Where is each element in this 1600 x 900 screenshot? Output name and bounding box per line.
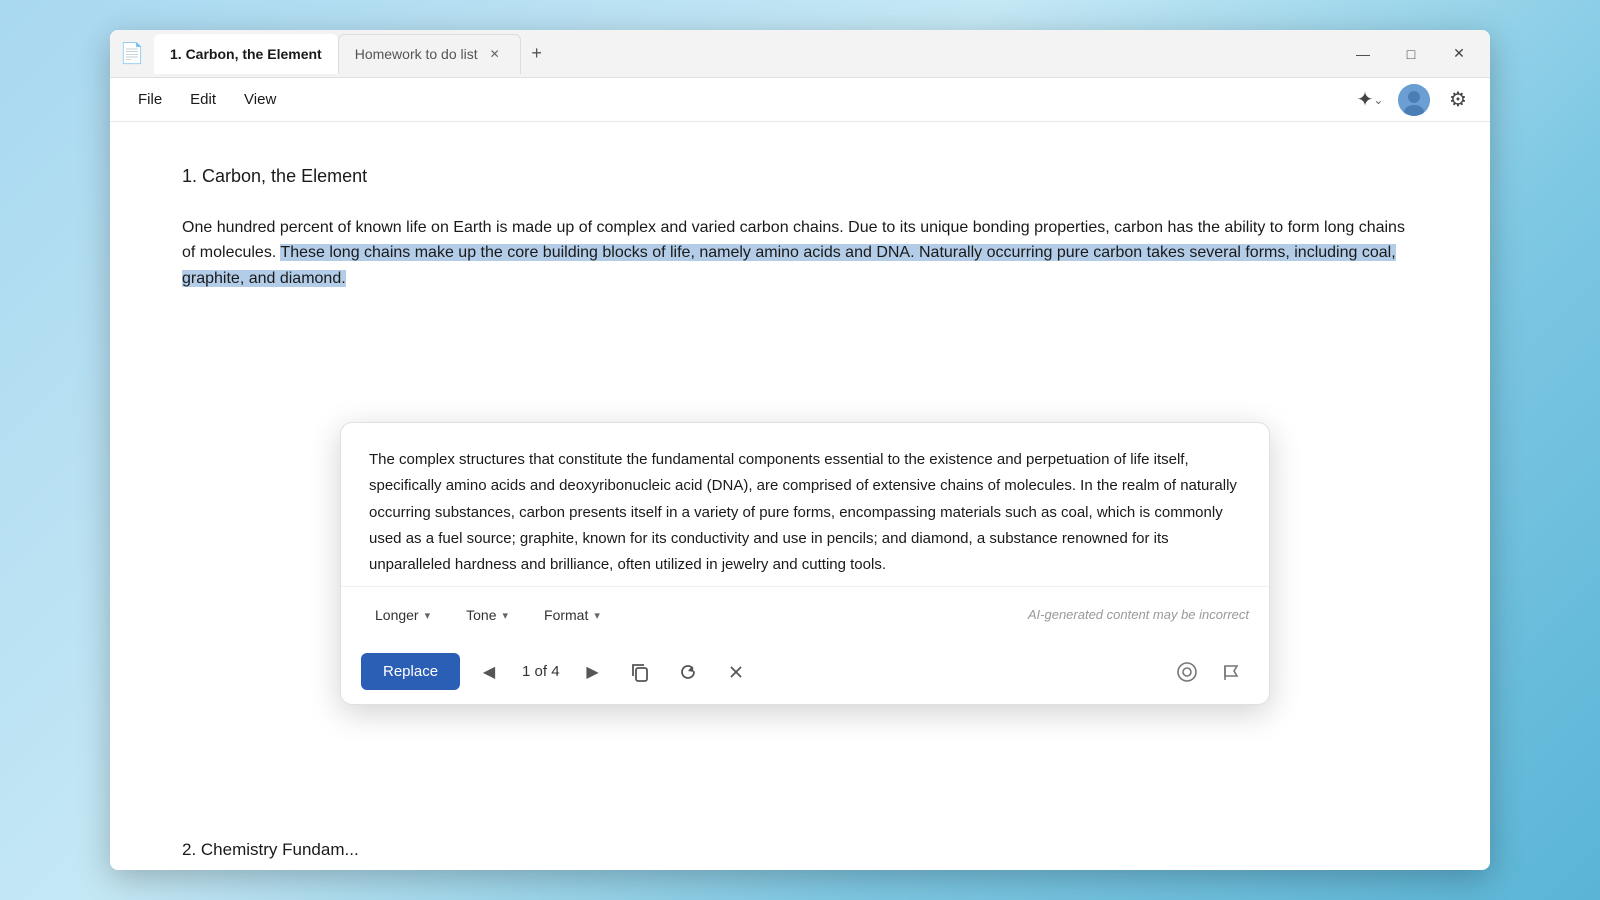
minimize-button[interactable]: — bbox=[1340, 38, 1386, 70]
next-result-button[interactable]: ▶ bbox=[576, 655, 610, 689]
ai-popup-content: The complex structures that constitute t… bbox=[341, 423, 1269, 586]
tab-homework-close[interactable]: ✕ bbox=[486, 45, 504, 63]
avatar[interactable] bbox=[1398, 84, 1430, 116]
page-counter: 1 of 4 bbox=[518, 660, 564, 684]
ai-popup: The complex structures that constitute t… bbox=[340, 422, 1270, 705]
format-label: Format bbox=[544, 607, 588, 623]
title-bar: 📄 1. Carbon, the Element Homework to do … bbox=[110, 30, 1490, 78]
settings-button[interactable]: ⚙ bbox=[1442, 84, 1474, 116]
longer-dropdown[interactable]: Longer ▾ bbox=[361, 599, 444, 631]
prev-result-button[interactable]: ◀ bbox=[472, 655, 506, 689]
ai-disclaimer: AI-generated content may be incorrect bbox=[1028, 605, 1249, 626]
app-icon: 📄 bbox=[118, 40, 146, 68]
tab-add-button[interactable]: + bbox=[521, 38, 553, 70]
tab-carbon-label: 1. Carbon, the Element bbox=[170, 46, 322, 62]
tone-chevron-icon: ▾ bbox=[502, 609, 508, 622]
menu-items: File Edit View bbox=[126, 85, 288, 114]
doc-heading-1: 1. Carbon, the Element bbox=[182, 162, 1418, 191]
format-chevron-icon: ▾ bbox=[594, 609, 600, 622]
app-window: 📄 1. Carbon, the Element Homework to do … bbox=[110, 30, 1490, 870]
tab-homework-label: Homework to do list bbox=[355, 46, 478, 62]
doc-heading-2: 2. Chemistry Fundam... bbox=[182, 836, 1418, 863]
right-actions bbox=[1169, 654, 1249, 690]
tab-homework[interactable]: Homework to do list ✕ bbox=[338, 34, 521, 74]
longer-chevron-icon: ▾ bbox=[425, 609, 431, 622]
format-dropdown[interactable]: Format ▾ bbox=[530, 599, 614, 631]
replace-button[interactable]: Replace bbox=[361, 653, 460, 690]
menu-bar: File Edit View ✦ ⌄ ⚙ bbox=[110, 78, 1490, 122]
copy-button[interactable] bbox=[622, 654, 658, 690]
tab-carbon[interactable]: 1. Carbon, the Element bbox=[154, 34, 338, 74]
chevron-down-icon: ⌄ bbox=[1373, 93, 1383, 107]
sparkle-icon: ✦ bbox=[1357, 87, 1374, 112]
sparkle-button[interactable]: ✦ ⌄ bbox=[1354, 84, 1386, 116]
refresh-button[interactable] bbox=[670, 654, 706, 690]
ai-popup-actions: Replace ◀ 1 of 4 ▶ bbox=[341, 643, 1269, 704]
document-content: 1. Carbon, the Element One hundred perce… bbox=[110, 122, 1490, 870]
longer-label: Longer bbox=[375, 607, 419, 623]
dismiss-button[interactable] bbox=[718, 654, 754, 690]
feedback-button[interactable] bbox=[1169, 654, 1205, 690]
flag-button[interactable] bbox=[1213, 654, 1249, 690]
toolbar-right: ✦ ⌄ ⚙ bbox=[1354, 84, 1474, 116]
maximize-button[interactable]: □ bbox=[1388, 38, 1434, 70]
ai-generated-text: The complex structures that constitute t… bbox=[369, 451, 1237, 573]
window-controls: — □ ✕ bbox=[1340, 38, 1482, 70]
tone-dropdown[interactable]: Tone ▾ bbox=[452, 599, 522, 631]
ai-popup-toolbar: Longer ▾ Tone ▾ Format ▾ AI-generated co… bbox=[341, 586, 1269, 643]
close-button[interactable]: ✕ bbox=[1436, 38, 1482, 70]
gear-icon: ⚙ bbox=[1449, 87, 1467, 112]
tone-label: Tone bbox=[466, 607, 496, 623]
paragraph-1-highlighted: These long chains make up the core build… bbox=[182, 244, 1396, 287]
doc-paragraph-1: One hundred percent of known life on Ear… bbox=[182, 215, 1418, 292]
menu-edit[interactable]: Edit bbox=[178, 85, 228, 114]
menu-view[interactable]: View bbox=[232, 85, 288, 114]
tabs-area: 1. Carbon, the Element Homework to do li… bbox=[154, 34, 1340, 74]
menu-file[interactable]: File bbox=[126, 85, 174, 114]
